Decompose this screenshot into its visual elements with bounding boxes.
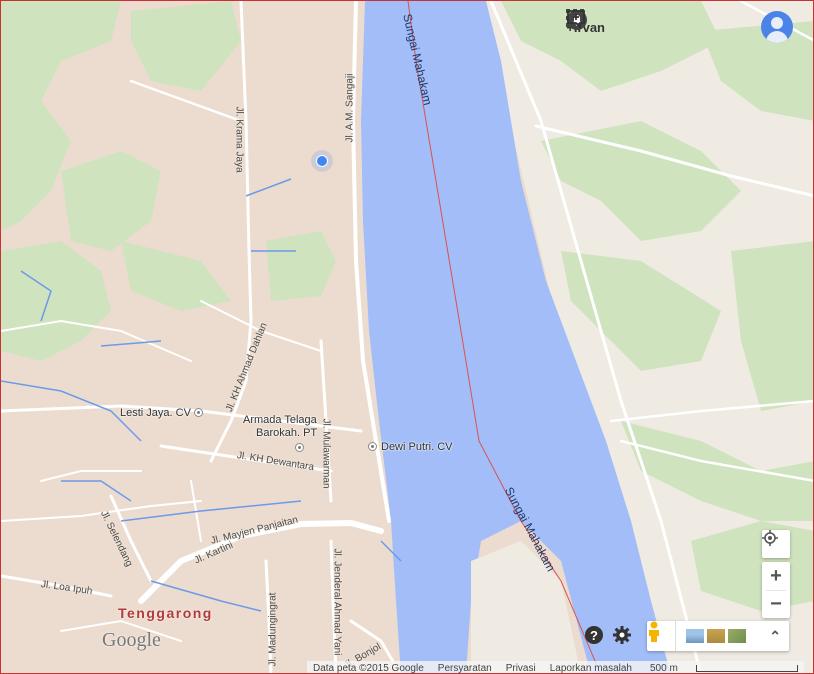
road-label-madungingrat: Jl. Madungingrat [267,592,279,667]
layer-earth-thumbnail[interactable] [686,629,704,643]
top-bar: +Irvan [566,9,793,45]
map-data-credit: Data peta ©2015 Google [313,662,424,674]
report-problem-link[interactable]: Laporkan masalah [550,663,632,674]
poi-label-lesti-jaya[interactable]: Lesti Jaya. CV [120,407,191,419]
road-label-mulawarman: Jl. Mulawarman [320,418,332,489]
poi-marker-armada[interactable] [295,443,304,452]
map-footer: Data peta ©2015 Google Persyaratan Priva… [307,661,804,674]
scale-label: 500 m [650,662,678,674]
privacy-link[interactable]: Privasi [506,663,536,674]
crosshair-icon[interactable] [762,530,790,558]
road-label-krama-jaya: Jl. Krama Jaya [233,106,245,173]
layer-terrain-thumbnail[interactable] [707,629,725,643]
account-avatar-icon[interactable] [761,11,793,43]
map-canvas[interactable]: Sungai Mahakam Sungai Mahakam Jl. Krama … [0,0,814,674]
pegman-icon[interactable] [647,621,676,651]
help-icon[interactable]: ? [585,626,603,644]
map-base-layer [1,1,813,673]
current-location-marker [311,150,333,172]
layer-satellite-thumbnail[interactable] [728,629,746,643]
my-location-control[interactable] [762,530,790,558]
share-plus-icon[interactable] [567,10,743,41]
poi-label-armada-1[interactable]: Armada Telaga [243,414,317,426]
expand-layers-button[interactable]: ⌃ [769,628,781,645]
zoom-control: + − [762,562,790,618]
road-label-jenderal-ahmad-yani: Jl. Jenderal Ahmad Yani [331,548,343,656]
terms-link[interactable]: Persyaratan [438,663,492,674]
notifications-bell-icon[interactable] [567,10,697,41]
apps-grid-icon[interactable] [566,9,651,41]
road-label-am-sangaji: Jl. A.M. Sangaji [344,73,356,143]
current-location-dot [316,155,328,167]
scale-bar [695,664,798,672]
zoom-out-button[interactable]: − [762,591,790,618]
city-label: Tenggarong [118,605,213,621]
google-logo: Google [102,629,161,651]
poi-label-dewi-putri[interactable]: Dewi Putri. CV [381,441,453,453]
poi-marker-dewi-putri[interactable] [368,442,377,451]
layers-panel: ⌃ [647,621,789,651]
zoom-in-button[interactable]: + [762,562,790,590]
poi-marker-lesti-jaya[interactable] [194,408,203,417]
poi-label-armada-2[interactable]: Barokah. PT [256,427,317,439]
